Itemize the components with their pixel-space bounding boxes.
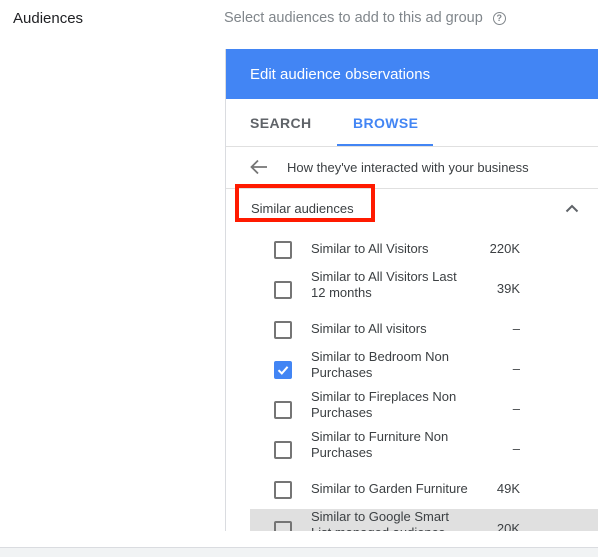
- list-item[interactable]: Similar to All visitors –: [250, 309, 598, 349]
- back-arrow-icon[interactable]: [250, 159, 268, 175]
- list-item[interactable]: Similar to Furniture Non Purchases –: [250, 429, 598, 469]
- audience-name: Similar to Furniture Non Purchases: [311, 429, 449, 460]
- check-icon: [277, 366, 289, 375]
- chevron-up-icon[interactable]: [565, 203, 579, 213]
- audiences-hint: Select audiences to add to this ad group…: [224, 10, 506, 26]
- list-item-hovered[interactable]: Similar to Google Smart List managed aud…: [250, 509, 598, 531]
- list-item[interactable]: Similar to All Visitors Last 12 months 3…: [250, 269, 598, 309]
- audience-name: Similar to All Visitors: [311, 241, 429, 256]
- audience-name: Similar to All visitors: [311, 321, 427, 336]
- breadcrumb-row: How they've interacted with your busines…: [226, 147, 598, 189]
- audience-editor-panel: Edit audience observations SEARCH BROWSE…: [225, 49, 598, 531]
- checkbox[interactable]: [274, 481, 292, 499]
- audience-name: Similar to Fireplaces Non Purchases: [311, 389, 457, 420]
- checkbox[interactable]: [274, 321, 292, 339]
- list-item[interactable]: Similar to Garden Furniture 49K: [250, 469, 598, 509]
- audience-size: –: [512, 441, 520, 456]
- active-tab-indicator: [337, 144, 433, 146]
- panel-title: Edit audience observations: [250, 65, 431, 83]
- audience-name: Similar to Garden Furniture: [311, 481, 468, 496]
- checkbox[interactable]: [274, 241, 292, 259]
- highlight-box: [235, 184, 375, 222]
- hint-text: Select audiences to add to this ad group: [224, 10, 483, 26]
- audience-size: 49K: [496, 481, 520, 496]
- breadcrumb: How they've interacted with your busines…: [287, 160, 529, 175]
- list-item[interactable]: Similar to Bedroom Non Purchases –: [250, 349, 598, 389]
- audience-size: –: [512, 401, 520, 416]
- category-header-similar-audiences[interactable]: Similar audiences: [226, 184, 598, 229]
- checkbox[interactable]: [274, 441, 292, 459]
- audience-size: 220K: [489, 241, 520, 256]
- audience-size: 20K: [496, 521, 520, 531]
- checkbox[interactable]: [274, 401, 292, 419]
- tab-browse[interactable]: BROWSE: [353, 99, 418, 146]
- list-item[interactable]: Similar to All Visitors 220K: [250, 229, 598, 269]
- audience-name: Similar to Bedroom Non Purchases: [311, 349, 449, 380]
- help-circle-icon[interactable]: ?: [492, 11, 506, 25]
- panel-header: Edit audience observations: [226, 49, 598, 99]
- tab-bar: SEARCH BROWSE: [226, 99, 598, 147]
- audience-size: –: [512, 361, 520, 376]
- audience-name: Similar to All Visitors Last 12 months: [311, 269, 457, 300]
- audience-size: –: [512, 321, 520, 336]
- checkbox-checked[interactable]: [274, 361, 292, 379]
- checkbox[interactable]: [274, 281, 292, 299]
- audience-size: 39K: [496, 281, 520, 296]
- tab-search[interactable]: SEARCH: [250, 99, 312, 146]
- list-item[interactable]: Similar to Fireplaces Non Purchases –: [250, 389, 598, 429]
- checkbox[interactable]: [274, 521, 292, 531]
- audiences-label: Audiences: [13, 10, 84, 27]
- audience-name: Similar to Google Smart List managed aud…: [311, 509, 449, 531]
